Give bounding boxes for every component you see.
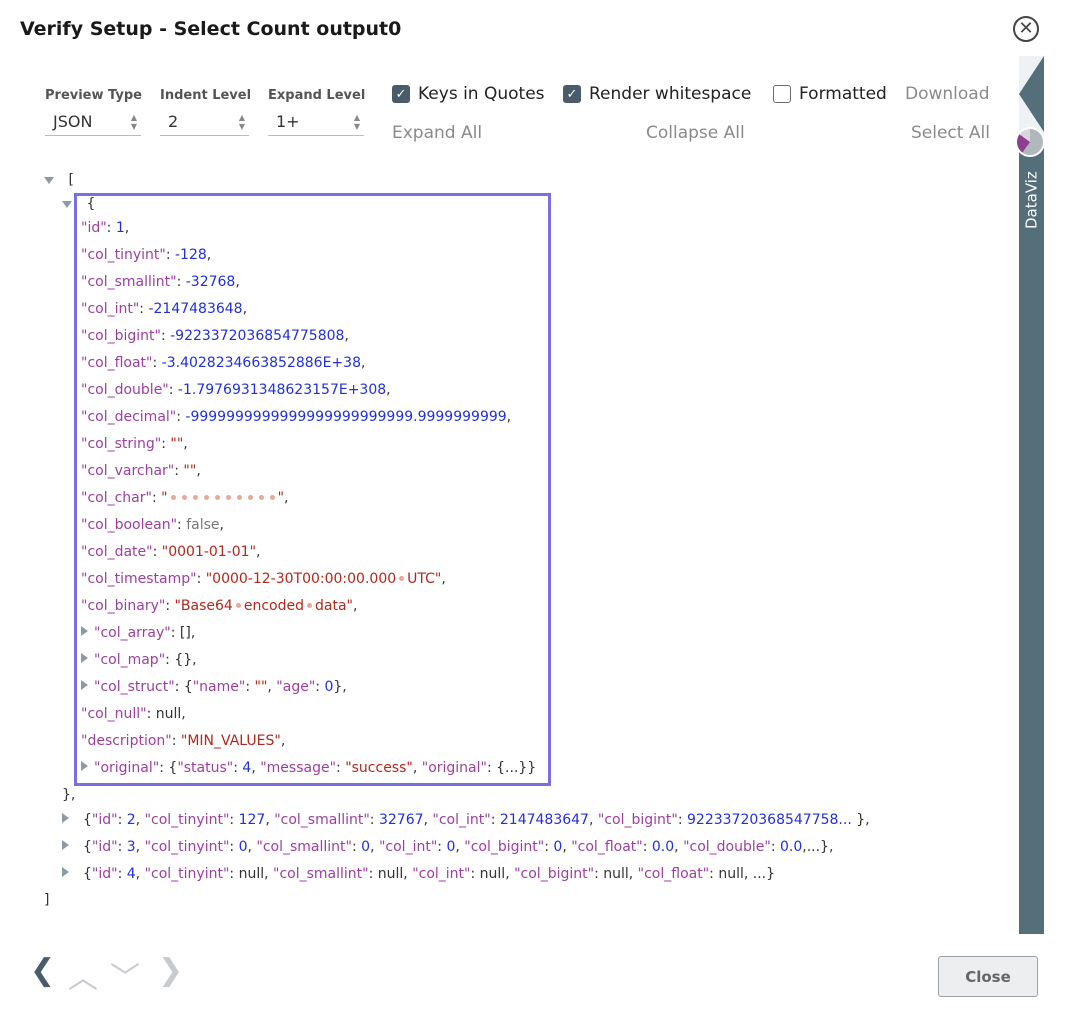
expand-level-value: 1+ — [276, 112, 300, 131]
down-arrow-icon[interactable]: ﹀ — [110, 953, 140, 997]
array-open-bracket: [ — [68, 172, 74, 188]
expand-toggle-icon[interactable] — [62, 867, 69, 877]
spinner-arrows-icon: ▲ ▼ — [130, 112, 137, 131]
formatted-checkbox[interactable]: Formatted — [773, 84, 887, 104]
indent-level-label: Indent Level — [160, 88, 252, 103]
object-close-brace: }, — [62, 787, 76, 803]
dialog-title: Verify Setup - Select Count output0 — [20, 18, 402, 40]
selection-highlight — [74, 193, 551, 786]
expand-level-select[interactable]: 1+ ▲ ▼ — [268, 108, 364, 136]
expand-toggle-icon[interactable] — [62, 840, 69, 850]
forward-arrow-icon[interactable]: ❯ — [158, 953, 183, 988]
preview-type-value: JSON — [53, 112, 93, 131]
expand-level-label: Expand Level — [268, 88, 366, 103]
expand-toggle-icon[interactable] — [62, 201, 72, 208]
collapse-all-link[interactable]: Collapse All — [646, 123, 745, 143]
array-close-bracket: ] — [44, 892, 50, 908]
expand-all-link[interactable]: Expand All — [392, 123, 482, 143]
preview-type-label: Preview Type — [45, 88, 142, 103]
keys-in-quotes-checkbox[interactable]: ✓ Keys in Quotes — [392, 84, 545, 104]
pie-chart-icon — [1015, 127, 1045, 157]
indent-level-value: 2 — [168, 112, 179, 131]
checkbox-empty-icon — [773, 85, 791, 103]
expand-toggle-icon[interactable] — [62, 813, 69, 823]
spinner-arrows-icon: ▲ ▼ — [238, 112, 245, 131]
collapsed-record-row[interactable]: {"id": 3, "col_tinyint": 0, "col_smallin… — [62, 839, 833, 855]
checkmark-icon: ✓ — [563, 85, 581, 103]
collapsed-record-row[interactable]: {"id": 2, "col_tinyint": 127, "col_small… — [62, 812, 870, 828]
close-dialog-icon[interactable]: ✕ — [1013, 16, 1039, 42]
collapsed-record-row[interactable]: {"id": 4, "col_tinyint": null, "col_smal… — [62, 866, 775, 882]
expand-toggle-icon[interactable] — [44, 177, 54, 184]
render-whitespace-label: Render whitespace — [589, 84, 752, 104]
up-arrow-icon[interactable]: ︿ — [68, 953, 98, 997]
render-whitespace-checkbox[interactable]: ✓ Render whitespace — [563, 84, 751, 104]
collapse-panel-icon[interactable] — [1019, 56, 1044, 132]
select-all-link[interactable]: Select All — [911, 123, 990, 143]
download-link[interactable]: Download — [905, 84, 990, 104]
preview-type-select[interactable]: JSON ▲ ▼ — [45, 108, 141, 136]
checkmark-icon: ✓ — [392, 85, 410, 103]
formatted-label: Formatted — [799, 84, 887, 104]
dataviz-tab-label[interactable]: DataViz — [1019, 160, 1044, 240]
close-button[interactable]: Close — [938, 956, 1038, 997]
back-arrow-icon[interactable]: ❮ — [30, 953, 55, 988]
indent-level-select[interactable]: 2 ▲ ▼ — [160, 108, 249, 136]
spinner-arrows-icon: ▲ ▼ — [353, 112, 360, 131]
keys-in-quotes-label: Keys in Quotes — [418, 84, 545, 104]
